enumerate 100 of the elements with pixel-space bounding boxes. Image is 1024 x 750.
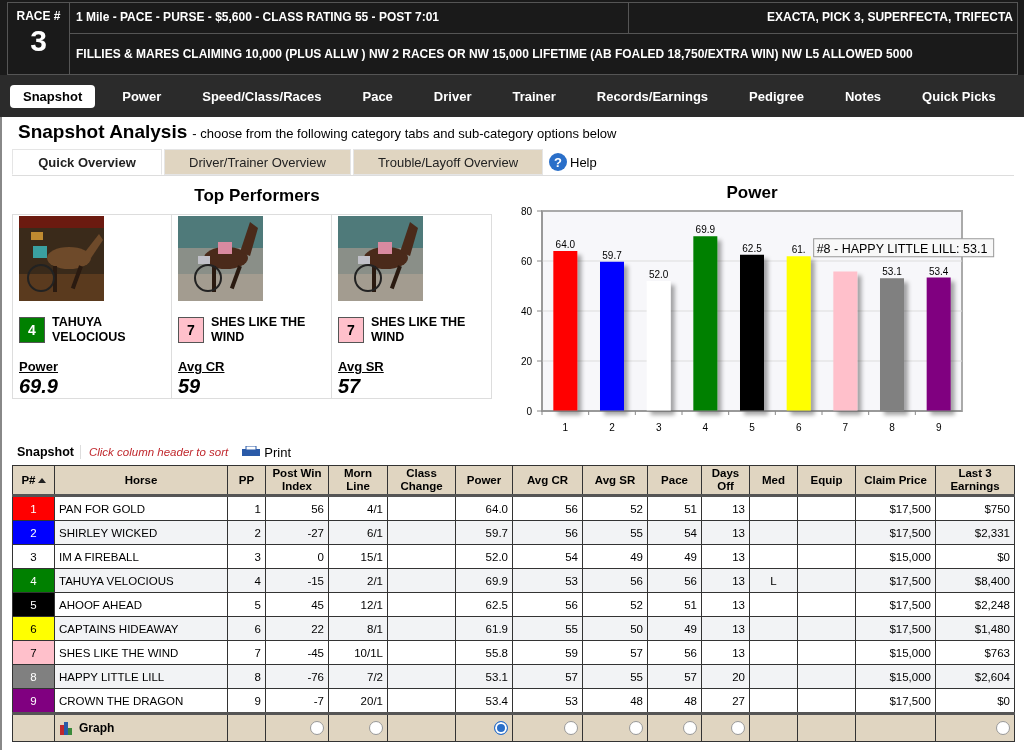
metric-value: 59	[178, 375, 202, 398]
table-cell: -45	[265, 640, 329, 665]
table-cell: 45	[265, 592, 329, 617]
value-label: 53.4	[928, 265, 949, 277]
table-cell: CAPTAINS HIDEAWAY	[54, 616, 228, 641]
metric-value: 69.9	[19, 375, 59, 398]
y-tick-label: 40	[520, 306, 532, 317]
wager-types: EXACTA, PICK 3, SUPERFECTA, TRIFECTA	[766, 9, 1014, 26]
table-cell: 0	[265, 544, 329, 569]
panel-title: Top Performers	[193, 186, 321, 206]
table-cell: 52	[582, 592, 648, 617]
race-conditions: 1 Mile - PACE - PURSE - $5,600 - CLASS RATING 55 - POST 7:01	[70, 3, 629, 33]
metric-value: 57	[338, 375, 362, 398]
x-tick-label: 7	[842, 422, 849, 433]
table-cell: SHIRLEY WICKED	[54, 520, 228, 545]
table-cell: 55.8	[455, 640, 513, 665]
race-description: FILLIES & MARES CLAIMING 10,000 (PLUS ALLW ) NW 2 RACES OR NW 15,000 LIFETIME (AB FOALED 18,750/EXTRA WIN) NW L5 ALLOWED 5000	[75, 46, 914, 63]
value-label: 69.9	[695, 224, 716, 236]
value-label: 59.7	[602, 249, 622, 261]
x-tick-label: 9	[935, 422, 942, 433]
table-cell: $15,000	[855, 640, 936, 665]
table-cell: 5	[227, 592, 266, 617]
table-cell: 56	[647, 640, 702, 665]
value-label: 62.5	[742, 242, 762, 254]
table-cell: $763	[935, 640, 1015, 665]
x-tick-label: 2	[609, 422, 615, 433]
x-tick-label: 8	[889, 422, 895, 433]
y-tick-label: 0	[526, 406, 532, 417]
post-number: 8	[12, 664, 55, 689]
table-cell: 1	[227, 495, 266, 521]
table-cell: IM A FIREBALL	[54, 544, 228, 569]
post-number: 7	[338, 317, 364, 343]
table-cell: 56	[512, 592, 583, 617]
table-cell: 52.0	[455, 544, 513, 569]
x-tick-label: 1	[562, 422, 569, 433]
table-cell: 12/1	[328, 592, 388, 617]
x-tick-label: 6	[795, 422, 802, 433]
table-cell: 13	[701, 640, 750, 665]
x-tick-label: 3	[655, 422, 662, 433]
table-cell: 49	[647, 544, 702, 569]
post-number: 1	[12, 495, 55, 521]
table-cell: 15/1	[328, 544, 388, 569]
sort-hint: Click column header to sort	[88, 446, 229, 458]
table-cell: PAN FOR GOLD	[54, 495, 228, 521]
chart-title: Power	[725, 183, 779, 203]
table-cell: $2,248	[935, 592, 1015, 617]
y-tick-label: 80	[520, 206, 532, 217]
table-cell: 64.0	[455, 495, 513, 521]
graph-label: Graph	[79, 721, 115, 735]
table-cell: $17,500	[855, 495, 936, 521]
table-cell: AHOOF AHEAD	[54, 592, 228, 617]
table-cell: 13	[701, 495, 750, 521]
value-label: 61.	[791, 244, 806, 256]
table-cell: 13	[701, 544, 750, 569]
y-tick-label: 60	[520, 256, 532, 267]
post-number: 7	[12, 640, 55, 665]
race-label: RACE #	[16, 9, 61, 23]
table-cell: 7	[227, 640, 266, 665]
table-cell: $15,000	[855, 544, 936, 569]
post-number: 6	[12, 616, 55, 641]
post-number: 3	[12, 544, 55, 569]
table-cell: $17,500	[855, 592, 936, 617]
metric-label: Power	[19, 359, 58, 374]
race-number: 3	[30, 23, 47, 59]
table-cell: 49	[582, 544, 648, 569]
section-title: Snapshot Analysis	[18, 121, 188, 143]
metric-label: Avg CR	[178, 359, 225, 374]
table-cell: TAHUYA VELOCIOUS	[54, 568, 228, 593]
chart-tooltip: #8 - HAPPY LITTLE LILL: 53.1	[813, 238, 995, 258]
horse-name: SHES LIKE THE WIND	[211, 315, 307, 345]
table-cell: $750	[935, 495, 1015, 521]
table-cell: 51	[647, 495, 702, 521]
table-cell: 13	[701, 592, 750, 617]
table-cell: 3	[227, 544, 266, 569]
metric-label: Avg SR	[338, 359, 384, 374]
post-number: 7	[178, 317, 204, 343]
value-label: 53.1	[882, 266, 902, 278]
table-cell: 62.5	[455, 592, 513, 617]
table-cell: 4/1	[328, 495, 388, 521]
post-number: 4	[19, 317, 45, 343]
section-subtitle: - choose from the following category tabs and sub-category options below	[192, 126, 617, 141]
post-number: 2	[12, 520, 55, 545]
horse-name: SHES LIKE THE WIND	[371, 315, 467, 345]
table-cell: HAPPY LITTLE LILL	[54, 664, 228, 689]
table-cell: SHES LIKE THE WIND	[54, 640, 228, 665]
table-cell: 56	[512, 495, 583, 521]
value-label: 52.0	[648, 269, 669, 280]
table-cell: 51	[647, 592, 702, 617]
table-cell: 59	[512, 640, 583, 665]
table-cell: $0	[935, 544, 1015, 569]
table-cell: 56	[265, 495, 329, 521]
horse-name: TAHUYA VELOCIOUS	[52, 315, 127, 345]
post-number: 5	[12, 592, 55, 617]
value-label: 64.0	[555, 239, 576, 250]
x-tick-label: 4	[702, 422, 709, 433]
table-cell: 54	[512, 544, 583, 569]
table-cell: 10/1L	[328, 640, 388, 665]
table-cell: 57	[582, 640, 648, 665]
post-number: 4	[12, 568, 55, 593]
y-tick-label: 20	[520, 356, 532, 367]
